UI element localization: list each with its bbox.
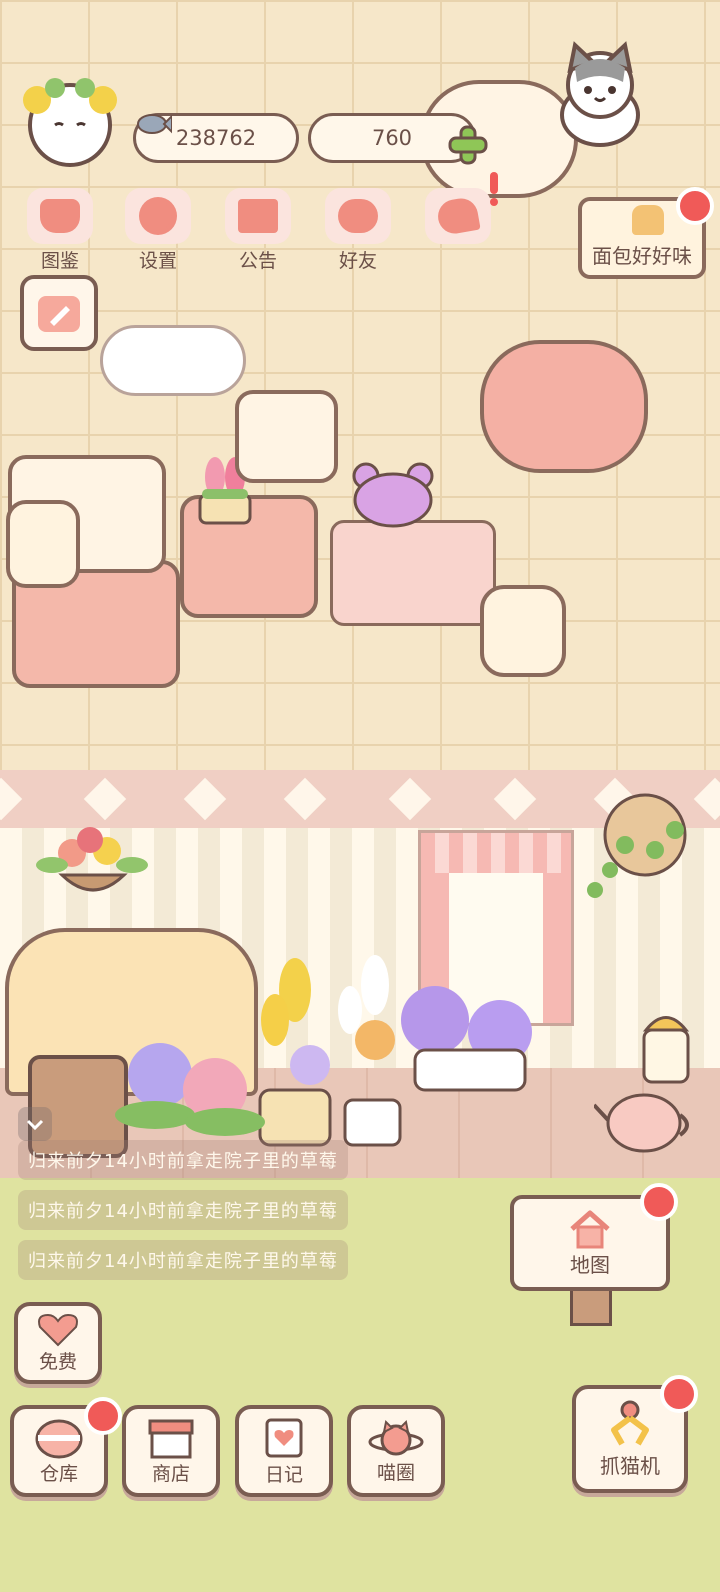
warehouse-button[interactable]: 仓库 bbox=[10, 1397, 122, 1497]
heart-icon bbox=[435, 195, 481, 237]
collapse-notices-button[interactable] bbox=[18, 1107, 52, 1141]
warehouse-button-label: 仓库 bbox=[39, 1462, 78, 1485]
menu-collection[interactable]: 图鉴 bbox=[20, 188, 100, 272]
diary-button[interactable]: 日记 bbox=[235, 1405, 333, 1497]
warehouse-notification-dot bbox=[84, 1397, 122, 1435]
pencil-icon bbox=[38, 296, 80, 332]
gear-icon bbox=[139, 197, 177, 235]
side-table[interactable] bbox=[330, 520, 496, 626]
map-notification-dot bbox=[640, 1183, 678, 1221]
menu-collection-label: 图鉴 bbox=[40, 250, 79, 272]
claw-machine-button-label: 抓猫机 bbox=[600, 1453, 660, 1478]
menu-friends-label: 好友 bbox=[338, 250, 377, 272]
bakery-sign-label: 面包好好味 bbox=[592, 244, 692, 268]
fish-currency: 238762 bbox=[133, 113, 299, 163]
bakery-sign[interactable]: 面包好好味 bbox=[572, 165, 714, 330]
gem-amount: 760 bbox=[371, 126, 413, 150]
shop-icon bbox=[148, 1419, 194, 1458]
menu-settings-label: 设置 bbox=[138, 250, 177, 272]
bread-icon bbox=[632, 205, 664, 235]
storage-box-icon bbox=[35, 1419, 83, 1458]
notice-item: 归来前夕14小时前拿走院子里的草莓 bbox=[18, 1240, 348, 1280]
hanging-ivy[interactable] bbox=[585, 790, 700, 900]
menu-settings[interactable]: 设置 bbox=[118, 188, 198, 272]
player-avatar[interactable] bbox=[15, 70, 125, 170]
cat-sprite[interactable] bbox=[545, 40, 655, 150]
friends-icon bbox=[338, 199, 378, 233]
diary-icon bbox=[265, 1418, 303, 1457]
alert-exclamation-icon bbox=[488, 172, 500, 208]
add-gems-button[interactable] bbox=[448, 125, 488, 165]
claw-notification-dot bbox=[660, 1375, 698, 1413]
edit-room-button[interactable] bbox=[20, 275, 98, 351]
heart-icon bbox=[38, 1313, 78, 1346]
cat-circle-button[interactable]: 喵圈 bbox=[347, 1405, 445, 1497]
teapot[interactable] bbox=[592, 1075, 694, 1155]
gumball-jar[interactable] bbox=[6, 500, 80, 588]
cat-head-icon bbox=[40, 199, 80, 233]
plus-icon bbox=[448, 125, 488, 165]
menu-friends[interactable]: 好友 bbox=[318, 188, 398, 272]
shop-button[interactable]: 商店 bbox=[122, 1405, 220, 1497]
house-icon bbox=[570, 1210, 610, 1248]
menu-announcement[interactable]: 公告 bbox=[218, 188, 298, 272]
fish-amount: 238762 bbox=[175, 126, 257, 150]
sign-notification-dot bbox=[676, 187, 714, 225]
free-button[interactable]: 免费 bbox=[14, 1302, 102, 1384]
chair-back[interactable] bbox=[235, 390, 338, 483]
map-button-label: 地图 bbox=[570, 1252, 610, 1277]
fish-icon bbox=[136, 110, 173, 143]
hanging-flower-basket[interactable] bbox=[32, 815, 154, 905]
diary-button-label: 日记 bbox=[264, 1463, 303, 1486]
cloud-cushion[interactable] bbox=[100, 325, 246, 396]
cat-planet-icon bbox=[368, 1419, 424, 1455]
menu-announcement-label: 公告 bbox=[238, 250, 277, 272]
notice-item: 归来前夕14小时前拿走院子里的草莓 bbox=[18, 1140, 348, 1180]
shop-button-label: 商店 bbox=[151, 1462, 190, 1485]
bean-bag[interactable] bbox=[480, 340, 648, 473]
gift-icon bbox=[238, 199, 278, 233]
flower-garden[interactable] bbox=[115, 940, 540, 1150]
claw-machine-button[interactable]: 抓猫机 bbox=[572, 1375, 698, 1493]
candy-jar[interactable] bbox=[480, 585, 566, 677]
claw-icon bbox=[611, 1400, 649, 1445]
cat-circle-button-label: 喵圈 bbox=[376, 1461, 415, 1484]
map-button[interactable]: 地图 bbox=[510, 1183, 678, 1326]
bear-plush[interactable] bbox=[348, 462, 438, 528]
chevron-down-icon bbox=[26, 1119, 44, 1131]
menu-likes[interactable] bbox=[418, 188, 498, 268]
free-button-label: 免费 bbox=[38, 1350, 77, 1373]
notice-item: 归来前夕14小时前拿走院子里的草莓 bbox=[18, 1190, 348, 1230]
